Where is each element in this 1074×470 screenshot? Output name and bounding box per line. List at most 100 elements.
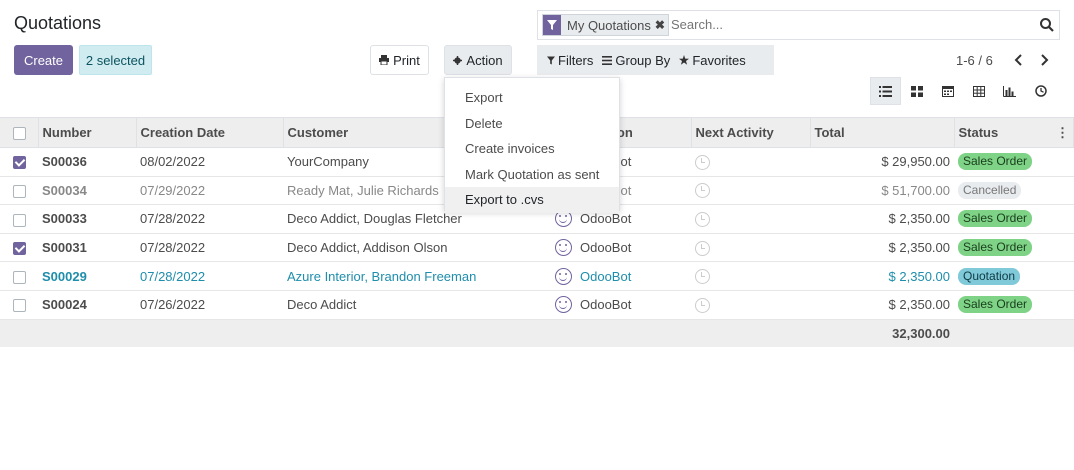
row-checkbox[interactable] — [13, 299, 26, 313]
status-badge: Sales Order — [958, 239, 1033, 257]
print-icon — [379, 55, 390, 65]
status-badge: Cancelled — [958, 181, 1022, 199]
avatar-icon — [555, 296, 572, 314]
row-select-cell — [0, 261, 38, 291]
groupby-label: Group By — [615, 52, 671, 68]
page-title: Quotations — [14, 13, 102, 33]
cell-creation-date: 07/28/2022 — [136, 261, 283, 291]
status-badge: Sales Order — [958, 153, 1033, 171]
salesperson-name: OdooBot — [580, 268, 632, 284]
pager-next-icon[interactable] — [1038, 52, 1052, 68]
col-creation-date[interactable]: Creation Date — [136, 117, 284, 148]
action-menu-item[interactable]: Create invoices — [445, 136, 619, 162]
col-status[interactable]: Status ⋮ — [954, 117, 1074, 148]
cell-next-activity — [691, 147, 810, 177]
col-number[interactable]: Number — [38, 117, 137, 148]
row-select-cell — [0, 290, 38, 320]
row-checkbox[interactable] — [13, 184, 26, 198]
filters-button[interactable]: Filters — [537, 53, 602, 68]
cell-creation-date: 07/28/2022 — [136, 204, 283, 234]
cell-salesperson: OdooBot — [551, 261, 691, 291]
cell-customer: Deco Addict, Addison Olson — [283, 233, 551, 263]
row-checkbox[interactable] — [13, 156, 26, 170]
row-select-cell — [0, 233, 38, 263]
activity-clock-icon[interactable] — [695, 212, 710, 228]
table-row[interactable]: S00024 07/26/2022 Deco Addict OdooBot $ 2,35… — [0, 290, 1074, 320]
search-bar: My Quotations ✖ — [537, 10, 1060, 40]
cell-status: Cancelled — [954, 176, 1074, 206]
cell-creation-date: 07/26/2022 — [136, 290, 283, 320]
avatar-icon — [555, 239, 572, 257]
select-all-cell — [0, 117, 39, 148]
col-total[interactable]: Total — [810, 117, 955, 148]
calendar-view-icon[interactable] — [932, 77, 963, 105]
activity-view-icon[interactable] — [1025, 77, 1056, 105]
cell-next-activity — [691, 176, 810, 206]
cell-next-activity — [691, 233, 810, 263]
pager-value[interactable]: 1-6 / 6 — [956, 53, 993, 68]
cell-status: Sales Order — [954, 290, 1074, 320]
col-next-activity[interactable]: Next Activity — [691, 117, 811, 148]
status-badge: Sales Order — [958, 210, 1033, 228]
table-row[interactable]: S00029 07/28/2022 Azure Interior, Brandon … — [0, 261, 1074, 291]
activity-clock-icon[interactable] — [695, 269, 710, 285]
action-button[interactable]: Action — [444, 45, 512, 75]
selected-count-badge[interactable]: 2 selected — [79, 45, 152, 75]
pivot-view-icon[interactable] — [963, 77, 994, 105]
activity-clock-icon[interactable] — [695, 297, 710, 313]
activity-clock-icon[interactable] — [695, 183, 710, 199]
create-button[interactable]: Create — [14, 45, 73, 75]
action-menu-item[interactable]: Export — [445, 85, 619, 111]
col-status-label: Status — [958, 124, 999, 140]
search-facet: My Quotations ✖ — [542, 14, 669, 36]
facet-remove-icon[interactable]: ✖ — [655, 18, 668, 32]
cell-total: $ 29,950.00 — [810, 147, 954, 177]
salesperson-name: OdooBot — [580, 211, 632, 227]
row-checkbox[interactable] — [13, 270, 26, 284]
salesperson-name: OdooBot — [580, 297, 632, 313]
graph-view-icon[interactable] — [994, 77, 1025, 105]
salesperson-name: OdooBot — [580, 240, 632, 256]
filters-label: Filters — [558, 52, 594, 68]
column-options-icon[interactable]: ⋮ — [1056, 125, 1069, 141]
activity-clock-icon[interactable] — [695, 154, 710, 170]
search-input[interactable] — [671, 17, 1031, 32]
row-checkbox[interactable] — [13, 213, 26, 227]
action-dropdown-menu: Export Delete Create invoices Mark Quotatio… — [444, 77, 620, 213]
row-select-cell — [0, 204, 38, 234]
cell-creation-date: 07/28/2022 — [136, 233, 283, 263]
cell-creation-date: 08/02/2022 — [136, 147, 283, 177]
gear-icon — [453, 55, 463, 65]
cell-status: Sales Order — [954, 147, 1074, 177]
activity-clock-icon[interactable] — [695, 240, 710, 256]
favorites-button[interactable]: Favorites — [679, 53, 754, 68]
select-all-checkbox[interactable] — [13, 127, 26, 141]
cell-next-activity — [691, 204, 810, 234]
list-view-icon[interactable] — [870, 77, 901, 105]
funnel-icon — [547, 56, 555, 64]
cell-total: $ 51,700.00 — [810, 176, 954, 206]
row-checkbox[interactable] — [13, 242, 26, 256]
cell-total: $ 2,350.00 — [810, 290, 954, 320]
action-menu-item[interactable]: Delete — [445, 111, 619, 137]
pager-previous-icon[interactable] — [1011, 52, 1025, 68]
action-menu-item[interactable]: Mark Quotation as sent — [445, 162, 619, 188]
grand-total: 32,300.00 — [810, 319, 954, 348]
cell-salesperson: OdooBot — [551, 233, 691, 263]
bars-icon — [602, 55, 613, 65]
action-menu-item[interactable]: Export to .cvs — [445, 187, 619, 213]
cell-number: S00029 — [38, 261, 136, 291]
total-spacer — [0, 319, 810, 348]
print-button[interactable]: Print — [370, 45, 429, 75]
cell-number: S00031 — [38, 233, 136, 263]
kanban-view-icon[interactable] — [901, 77, 932, 105]
star-icon — [679, 55, 690, 65]
table-row[interactable]: S00031 07/28/2022 Deco Addict, Addison Ols… — [0, 233, 1074, 263]
cell-next-activity — [691, 290, 810, 320]
search-icon[interactable] — [1039, 17, 1055, 33]
avatar-icon — [555, 210, 572, 228]
status-badge: Sales Order — [958, 296, 1033, 314]
cell-creation-date: 07/29/2022 — [136, 176, 283, 206]
groupby-button[interactable]: Group By — [602, 53, 679, 68]
facet-label: My Quotations — [567, 17, 651, 33]
